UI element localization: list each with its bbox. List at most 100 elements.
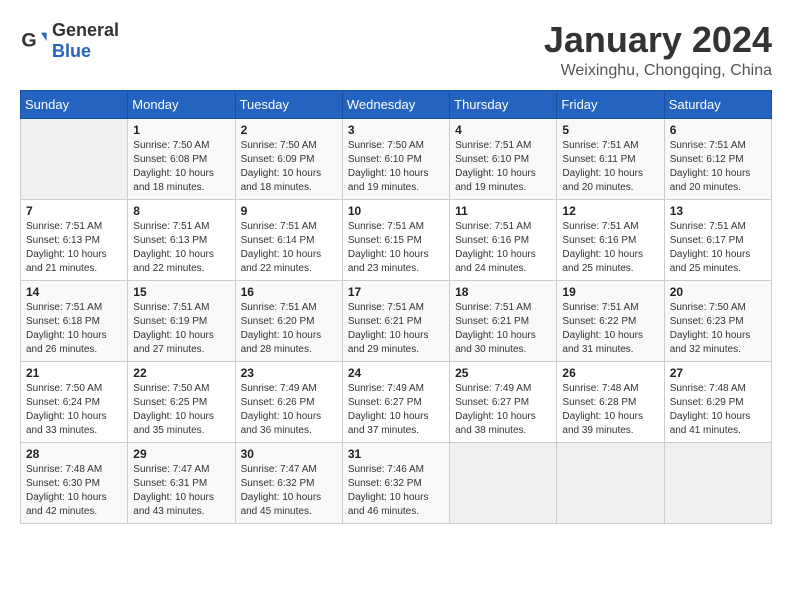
calendar-day-cell: 16Sunrise: 7:51 AMSunset: 6:20 PMDayligh…	[235, 280, 342, 361]
logo-general-text: General	[52, 20, 119, 40]
calendar-day-cell: 28 Sunrise: 7:48 AMSunset: 6:30 PMDayligh…	[21, 442, 128, 523]
day-number: 5	[562, 123, 658, 137]
calendar-week-row: 21Sunrise: 7:50 AMSunset: 6:24 PMDayligh…	[21, 361, 772, 442]
weekday-header-cell: Tuesday	[235, 90, 342, 118]
day-info: Sunrise: 7:51 AMSunset: 6:10 PMDaylight:…	[455, 139, 551, 195]
calendar-week-row: 28 Sunrise: 7:48 AMSunset: 6:30 PMDayligh…	[21, 442, 772, 523]
day-number: 20	[670, 285, 766, 299]
day-number: 2	[241, 123, 337, 137]
calendar-day-cell: 11 Sunrise: 7:51 AMSunset: 6:16 PMDayligh…	[450, 199, 557, 280]
day-info: Sunrise: 7:51 AMSunset: 6:12 PMDaylight:…	[670, 139, 766, 195]
day-number: 11	[455, 204, 551, 218]
day-number: 1	[133, 123, 229, 137]
day-info: Sunrise: 7:50 AMSunset: 6:25 PMDaylight:…	[133, 382, 229, 438]
day-info: Sunrise: 7:50 AMSunset: 6:23 PMDaylight:…	[670, 301, 766, 357]
day-number: 22	[133, 366, 229, 380]
calendar-day-cell: 23 Sunrise: 7:49 AMSunset: 6:26 PMDayligh…	[235, 361, 342, 442]
logo-icon: G	[20, 27, 48, 55]
day-info: Sunrise: 7:51 AMSunset: 6:14 PMDaylight:…	[241, 220, 337, 276]
day-number: 15	[133, 285, 229, 299]
day-info: Sunrise: 7:50 AMSunset: 6:08 PMDaylight:…	[133, 139, 229, 195]
title-block: January 2024 Weixinghu, Chongqing, China	[544, 20, 772, 80]
calendar-day-cell: 25 Sunrise: 7:49 AMSunset: 6:27 PMDayligh…	[450, 361, 557, 442]
day-info: Sunrise: 7:51 AMSunset: 6:13 PMDaylight:…	[26, 220, 122, 276]
weekday-header-cell: Saturday	[664, 90, 771, 118]
logo: G General Blue	[20, 20, 119, 62]
day-info: Sunrise: 7:51 AMSunset: 6:21 PMDaylight:…	[455, 301, 551, 357]
weekday-header-cell: Friday	[557, 90, 664, 118]
calendar-day-cell: 19Sunrise: 7:51 AMSunset: 6:22 PMDayligh…	[557, 280, 664, 361]
day-info: Sunrise: 7:49 AMSunset: 6:27 PMDaylight:…	[455, 382, 551, 438]
day-info: Sunrise: 7:48 AMSunset: 6:28 PMDaylight:…	[562, 382, 658, 438]
calendar-day-cell: 12Sunrise: 7:51 AMSunset: 6:16 PMDayligh…	[557, 199, 664, 280]
day-number: 23	[241, 366, 337, 380]
calendar-day-cell: 21Sunrise: 7:50 AMSunset: 6:24 PMDayligh…	[21, 361, 128, 442]
calendar-day-cell: 27 Sunrise: 7:48 AMSunset: 6:29 PMDayligh…	[664, 361, 771, 442]
day-info: Sunrise: 7:50 AMSunset: 6:10 PMDaylight:…	[348, 139, 444, 195]
day-number: 27	[670, 366, 766, 380]
day-number: 9	[241, 204, 337, 218]
calendar-day-cell: 9 Sunrise: 7:51 AMSunset: 6:14 PMDaylight…	[235, 199, 342, 280]
day-number: 31	[348, 447, 444, 461]
day-info: Sunrise: 7:49 AMSunset: 6:26 PMDaylight:…	[241, 382, 337, 438]
logo-blue-text: Blue	[52, 41, 91, 61]
day-info: Sunrise: 7:47 AMSunset: 6:31 PMDaylight:…	[133, 463, 229, 519]
calendar-day-cell	[557, 442, 664, 523]
calendar-week-row: 7Sunrise: 7:51 AMSunset: 6:13 PMDaylight…	[21, 199, 772, 280]
day-info: Sunrise: 7:48 AMSunset: 6:29 PMDaylight:…	[670, 382, 766, 438]
day-info: Sunrise: 7:51 AMSunset: 6:20 PMDaylight:…	[241, 301, 337, 357]
day-info: Sunrise: 7:51 AMSunset: 6:13 PMDaylight:…	[133, 220, 229, 276]
calendar-day-cell: 22 Sunrise: 7:50 AMSunset: 6:25 PMDayligh…	[128, 361, 235, 442]
day-number: 12	[562, 204, 658, 218]
calendar-day-cell: 17 Sunrise: 7:51 AMSunset: 6:21 PMDayligh…	[342, 280, 449, 361]
day-number: 24	[348, 366, 444, 380]
day-info: Sunrise: 7:51 AMSunset: 6:11 PMDaylight:…	[562, 139, 658, 195]
day-info: Sunrise: 7:51 AMSunset: 6:17 PMDaylight:…	[670, 220, 766, 276]
day-number: 19	[562, 285, 658, 299]
day-number: 18	[455, 285, 551, 299]
day-info: Sunrise: 7:51 AMSunset: 6:19 PMDaylight:…	[133, 301, 229, 357]
day-number: 30	[241, 447, 337, 461]
weekday-header-cell: Monday	[128, 90, 235, 118]
day-info: Sunrise: 7:46 AMSunset: 6:32 PMDaylight:…	[348, 463, 444, 519]
day-info: Sunrise: 7:50 AMSunset: 6:09 PMDaylight:…	[241, 139, 337, 195]
calendar-day-cell: 29 Sunrise: 7:47 AMSunset: 6:31 PMDayligh…	[128, 442, 235, 523]
calendar-day-cell	[21, 118, 128, 199]
day-number: 17	[348, 285, 444, 299]
calendar-day-cell: 6 Sunrise: 7:51 AMSunset: 6:12 PMDaylight…	[664, 118, 771, 199]
calendar-day-cell: 14Sunrise: 7:51 AMSunset: 6:18 PMDayligh…	[21, 280, 128, 361]
calendar-day-cell: 31 Sunrise: 7:46 AMSunset: 6:32 PMDayligh…	[342, 442, 449, 523]
calendar-day-cell: 8Sunrise: 7:51 AMSunset: 6:13 PMDaylight…	[128, 199, 235, 280]
calendar-day-cell: 3Sunrise: 7:50 AMSunset: 6:10 PMDaylight…	[342, 118, 449, 199]
day-info: Sunrise: 7:51 AMSunset: 6:15 PMDaylight:…	[348, 220, 444, 276]
calendar-day-cell: 13 Sunrise: 7:51 AMSunset: 6:17 PMDayligh…	[664, 199, 771, 280]
calendar-day-cell: 20 Sunrise: 7:50 AMSunset: 6:23 PMDayligh…	[664, 280, 771, 361]
day-number: 10	[348, 204, 444, 218]
calendar-day-cell: 26 Sunrise: 7:48 AMSunset: 6:28 PMDayligh…	[557, 361, 664, 442]
day-number: 13	[670, 204, 766, 218]
day-number: 4	[455, 123, 551, 137]
day-info: Sunrise: 7:51 AMSunset: 6:18 PMDaylight:…	[26, 301, 122, 357]
day-number: 28	[26, 447, 122, 461]
calendar-day-cell: 24 Sunrise: 7:49 AMSunset: 6:27 PMDayligh…	[342, 361, 449, 442]
calendar-day-cell	[450, 442, 557, 523]
calendar-day-cell: 30 Sunrise: 7:47 AMSunset: 6:32 PMDayligh…	[235, 442, 342, 523]
calendar-day-cell: 18 Sunrise: 7:51 AMSunset: 6:21 PMDayligh…	[450, 280, 557, 361]
page-header: G General Blue January 2024 Weixinghu, C…	[20, 20, 772, 80]
day-number: 6	[670, 123, 766, 137]
day-info: Sunrise: 7:51 AMSunset: 6:16 PMDaylight:…	[455, 220, 551, 276]
day-info: Sunrise: 7:49 AMSunset: 6:27 PMDaylight:…	[348, 382, 444, 438]
day-info: Sunrise: 7:51 AMSunset: 6:21 PMDaylight:…	[348, 301, 444, 357]
calendar-day-cell: 2 Sunrise: 7:50 AMSunset: 6:09 PMDaylight…	[235, 118, 342, 199]
day-info: Sunrise: 7:48 AMSunset: 6:30 PMDaylight:…	[26, 463, 122, 519]
day-number: 25	[455, 366, 551, 380]
day-info: Sunrise: 7:47 AMSunset: 6:32 PMDaylight:…	[241, 463, 337, 519]
svg-text:G: G	[21, 30, 36, 52]
calendar-day-cell: 7Sunrise: 7:51 AMSunset: 6:13 PMDaylight…	[21, 199, 128, 280]
calendar-week-row: 1 Sunrise: 7:50 AMSunset: 6:08 PMDaylight…	[21, 118, 772, 199]
day-number: 26	[562, 366, 658, 380]
location-title: Weixinghu, Chongqing, China	[544, 62, 772, 80]
day-number: 29	[133, 447, 229, 461]
calendar-day-cell: 4 Sunrise: 7:51 AMSunset: 6:10 PMDaylight…	[450, 118, 557, 199]
day-number: 21	[26, 366, 122, 380]
